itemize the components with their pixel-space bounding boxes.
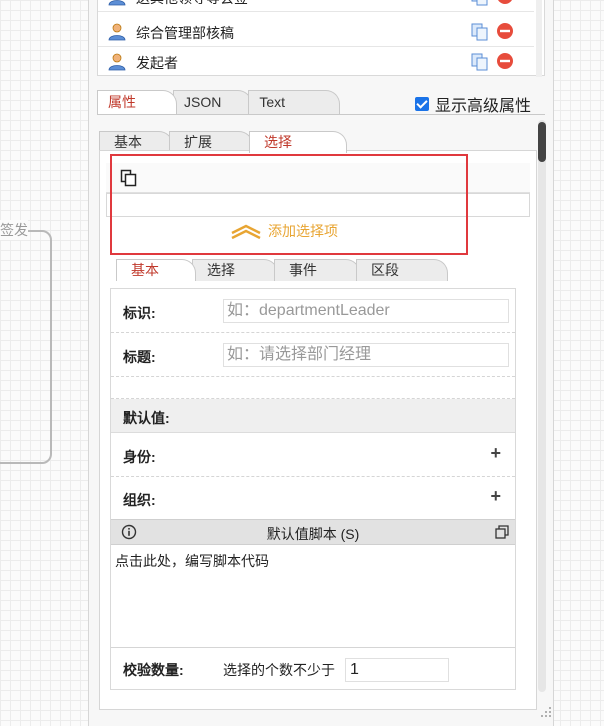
field-tab-events[interactable]: 事件 [274,259,360,281]
participant-name: 综合管理部核稿 [136,25,234,41]
main-tabbar: 属性 JSON Text [97,90,341,114]
participant-name: 送其他领导等会签 [136,0,248,8]
title-input[interactable]: 如：请选择部门经理 [223,343,509,367]
script-header: 默认值脚本 (S) [111,519,515,545]
validate-text: 选择的个数不少于 [223,662,335,678]
panel-scrollbar-thumb[interactable] [538,122,546,162]
script-editor[interactable]: 点击此处，编写脚本代码 [111,545,515,645]
org-label: 组织: [123,492,156,508]
participant-row[interactable]: 综合管理部核稿 [98,17,534,47]
tab-properties[interactable]: 属性 [97,90,177,114]
show-advanced-toggle[interactable]: 显示高级属性 [415,92,531,116]
field-row-spacer [111,377,515,399]
highlight-box [110,154,468,255]
participant-list-scrollbar[interactable] [536,0,542,77]
show-advanced-checkbox[interactable] [415,97,429,111]
field-tab-basic[interactable]: 基本 [116,259,196,281]
participant-row[interactable]: 送其他领导等会签 [98,0,534,12]
maximize-icon[interactable] [495,525,509,539]
field-tab-select[interactable]: 选择 [192,259,278,281]
flow-node-box[interactable] [0,230,52,464]
field-form: 标识: 如：departmentLeader 标题: 如：请选择部门经理 默认值… [110,288,516,690]
field-row-org: 组织: + [111,477,515,519]
user-icon [108,23,126,41]
title-label: 标题: [123,349,156,365]
identity-label: 身份: [123,449,156,465]
delete-icon[interactable] [496,0,514,5]
field-row-identity: 身份: + [111,433,515,477]
min-count-input[interactable]: 1 [345,658,449,682]
participant-list: 送其他领导等会签 综合管理部核稿 [97,0,545,77]
tab-json[interactable]: JSON [173,90,253,114]
user-icon [108,0,126,6]
field-row-id: 标识: 如：departmentLeader [111,289,515,333]
user-icon [108,53,126,71]
tab-text[interactable]: Text [248,90,341,114]
delete-icon[interactable] [496,52,514,70]
default-value-section: 默认值: [111,399,515,433]
field-tab-sections[interactable]: 区段 [356,259,448,281]
field-row-validate: 校验数量: 选择的个数不少于 1 [111,647,515,691]
flow-node-label: 签发 [0,220,28,240]
id-input[interactable]: 如：departmentLeader [223,299,509,323]
resize-grip-icon[interactable] [540,706,552,718]
validate-label: 校验数量: [123,662,184,678]
participant-row[interactable]: 发起者 [98,47,534,77]
copy-icon[interactable] [470,22,490,42]
subtab-select[interactable]: 选择 [249,131,347,153]
participant-name: 发起者 [136,55,178,71]
field-tabbar: 基本 选择 事件 区段 [116,259,448,281]
field-row-title: 标题: 如：请选择部门经理 [111,333,515,377]
script-title: 默认值脚本 (S) [266,526,360,542]
delete-icon[interactable] [496,22,514,40]
add-identity-button[interactable]: + [490,443,501,464]
default-value-heading: 默认值: [123,410,170,426]
copy-icon[interactable] [470,0,490,7]
panel-scrollbar[interactable] [538,120,546,692]
show-advanced-label: 显示高级属性 [435,98,532,115]
add-org-button[interactable]: + [490,486,501,507]
id-label: 标识: [123,305,156,321]
copy-icon[interactable] [470,52,490,72]
